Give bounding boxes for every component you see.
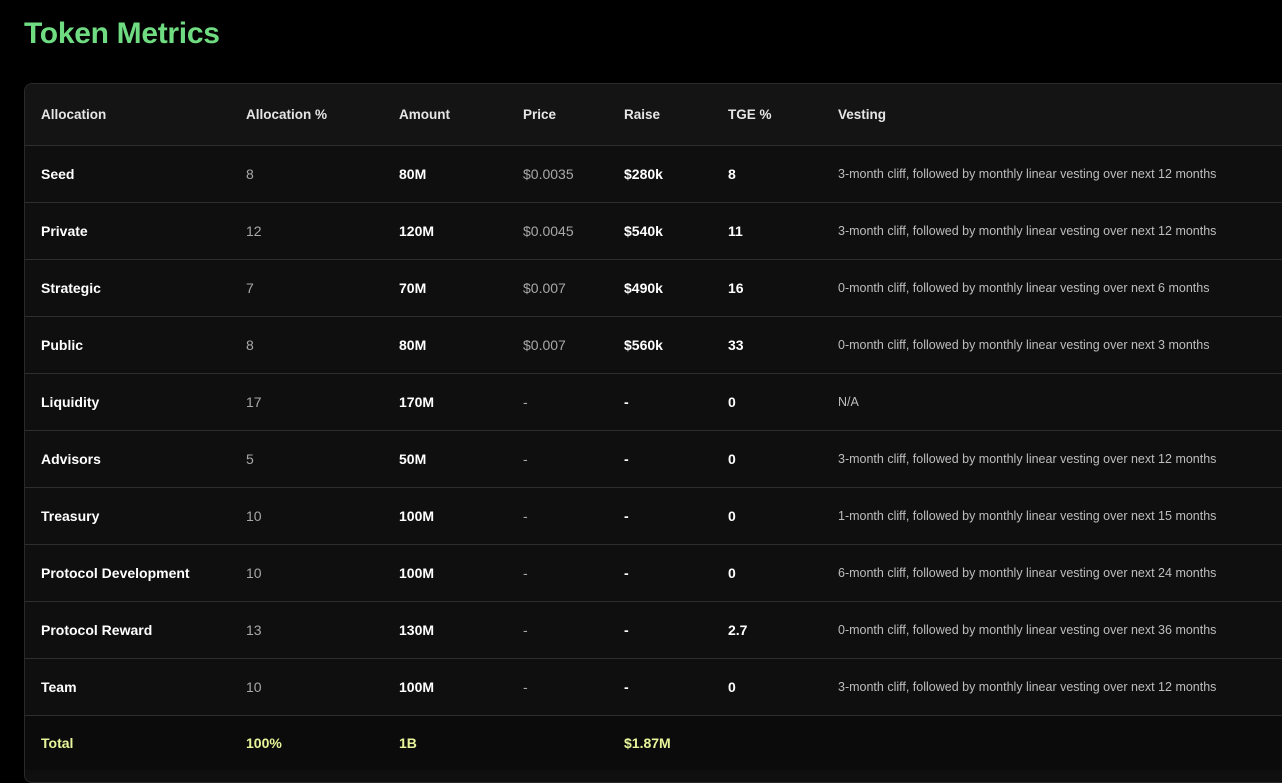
cell-raise: $490k <box>624 280 663 296</box>
cell-raise: - <box>624 679 629 695</box>
cell-tge-percent: 0 <box>728 451 736 467</box>
table-row: Treasury 10 100M - - 0 1-month cliff, followed… <box>25 488 1282 545</box>
cell-allocation-percent: 5 <box>246 451 254 467</box>
cell-tge-percent: 2.7 <box>728 622 748 638</box>
cell-amount: 80M <box>399 166 427 182</box>
cell-allocation-percent: 10 <box>246 565 262 581</box>
token-metrics-table: Allocation Allocation % Amount Price Rai… <box>24 83 1282 783</box>
cell-amount: 100M <box>399 565 435 581</box>
cell-vesting: 0-month cliff, followed by monthly linea… <box>838 338 1210 352</box>
header-raise: Raise <box>624 107 661 122</box>
cell-price: - <box>523 679 528 695</box>
cell-amount: 100M <box>399 679 435 695</box>
cell-amount: 130M <box>399 622 435 638</box>
cell-allocation: Private <box>41 223 88 239</box>
cell-allocation-percent: 13 <box>246 622 262 638</box>
cell-price: $0.007 <box>523 280 566 296</box>
cell-price: - <box>523 565 528 581</box>
cell-allocation: Liquidity <box>41 394 100 410</box>
table-row: Advisors 5 50M - - 0 3-month cliff, followed b… <box>25 431 1282 488</box>
cell-price: $0.007 <box>523 337 566 353</box>
cell-allocation-percent: 10 <box>246 679 262 695</box>
cell-allocation-percent: 8 <box>246 166 254 182</box>
cell-allocation: Protocol Reward <box>41 622 153 638</box>
cell-tge-percent: 8 <box>728 166 736 182</box>
cell-price: - <box>523 451 528 467</box>
cell-allocation: Team <box>41 679 77 695</box>
cell-allocation: Public <box>41 337 84 353</box>
cell-raise: $540k <box>624 223 663 239</box>
header-allocation-percent: Allocation % <box>246 107 328 122</box>
cell-allocation: Treasury <box>41 508 100 524</box>
header-vesting: Vesting <box>838 107 887 122</box>
cell-vesting: N/A <box>838 395 859 409</box>
header-tge-percent: TGE % <box>728 107 772 122</box>
cell-amount: 100M <box>399 508 435 524</box>
cell-raise: - <box>624 394 629 410</box>
cell-vesting: 3-month cliff, followed by monthly linea… <box>838 680 1217 694</box>
cell-amount: 120M <box>399 223 435 239</box>
cell-price: $0.0035 <box>523 166 574 182</box>
cell-tge-percent: 16 <box>728 280 744 296</box>
cell-price: $0.0045 <box>523 223 574 239</box>
cell-tge-percent: 0 <box>728 394 736 410</box>
total-amount: 1B <box>399 735 417 751</box>
cell-allocation-percent: 10 <box>246 508 262 524</box>
header-allocation: Allocation <box>41 107 107 122</box>
cell-tge-percent: 0 <box>728 565 736 581</box>
cell-tge-percent: 11 <box>728 223 743 239</box>
total-percent: 100% <box>246 735 282 751</box>
cell-vesting: 3-month cliff, followed by monthly linea… <box>838 224 1217 238</box>
cell-allocation-percent: 12 <box>246 223 262 239</box>
cell-price: - <box>523 394 528 410</box>
cell-vesting: 6-month cliff, followed by monthly linea… <box>838 566 1217 580</box>
cell-amount: 80M <box>399 337 427 353</box>
cell-allocation: Advisors <box>41 451 101 467</box>
table-row: Private 12 120M $0.0045 $540k 11 3-month cliff… <box>25 203 1282 260</box>
cell-tge-percent: 0 <box>728 679 736 695</box>
cell-allocation: Protocol Development <box>41 565 190 581</box>
cell-vesting: 3-month cliff, followed by monthly linea… <box>838 167 1217 181</box>
table-total-row: Total 100% 1B $1.87M <box>25 716 1282 770</box>
cell-vesting: 0-month cliff, followed by monthly linea… <box>838 623 1217 637</box>
cell-raise: $560k <box>624 337 663 353</box>
header-amount: Amount <box>399 107 450 122</box>
cell-allocation-percent: 8 <box>246 337 254 353</box>
cell-price: - <box>523 622 528 638</box>
table-row: Team 10 100M - - 0 3-month cliff, followed by … <box>25 659 1282 716</box>
table-row: Protocol Development 10 100M - - 0 6-month cli… <box>25 545 1282 602</box>
cell-tge-percent: 33 <box>728 337 744 353</box>
cell-price: - <box>523 508 528 524</box>
total-label: Total <box>41 735 74 751</box>
cell-allocation: Seed <box>41 166 75 182</box>
cell-raise: $280k <box>624 166 663 182</box>
cell-vesting: 1-month cliff, followed by monthly linea… <box>838 509 1217 523</box>
cell-raise: - <box>624 508 629 524</box>
cell-vesting: 0-month cliff, followed by monthly linea… <box>838 281 1210 295</box>
cell-tge-percent: 0 <box>728 508 736 524</box>
total-raise: $1.87M <box>624 735 671 751</box>
cell-amount: 70M <box>399 280 427 296</box>
cell-amount: 170M <box>399 394 435 410</box>
table-header-row: Allocation Allocation % Amount Price Rai… <box>25 84 1282 146</box>
cell-vesting: 3-month cliff, followed by monthly linea… <box>838 452 1217 466</box>
cell-amount: 50M <box>399 451 427 467</box>
cell-raise: - <box>624 622 629 638</box>
cell-raise: - <box>624 565 629 581</box>
table-row: Seed 8 80M $0.0035 $280k 8 3-month cliff, foll… <box>25 146 1282 203</box>
table-row: Public 8 80M $0.007 $560k 33 0-month cliff, fo… <box>25 317 1282 374</box>
table-row: Strategic 7 70M $0.007 $490k 16 0-month cliff,… <box>25 260 1282 317</box>
cell-allocation-percent: 7 <box>246 280 254 296</box>
cell-allocation-percent: 17 <box>246 394 262 410</box>
page-title: Token Metrics <box>24 17 220 50</box>
cell-allocation: Strategic <box>41 280 101 296</box>
table-row: Protocol Reward 13 130M - - 2.7 0-month cliff,… <box>25 602 1282 659</box>
header-price: Price <box>523 107 557 122</box>
table-row: Liquidity 17 170M - - 0 N/A <box>25 374 1282 431</box>
cell-raise: - <box>624 451 629 467</box>
